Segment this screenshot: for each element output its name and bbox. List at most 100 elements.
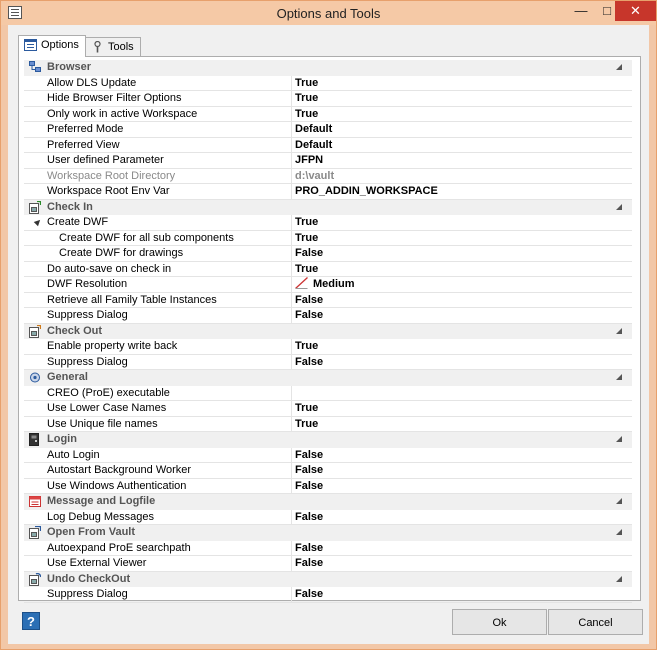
property-name: DWF Resolution [24, 277, 292, 293]
row-checkout-suppress-dialog[interactable]: Suppress Dialog False [24, 354, 632, 370]
row-auto-save-check-in[interactable]: Do auto-save on check in True [24, 261, 632, 277]
collapse-open-from-vault-icon[interactable] [616, 529, 622, 535]
row-create-dwf-sub-components[interactable]: Create DWF for all sub components True [24, 230, 632, 246]
property-value[interactable]: False [292, 293, 632, 308]
property-value[interactable]: False [292, 355, 632, 370]
property-value[interactable]: True [292, 107, 632, 122]
property-name: Workspace Root Env Var [24, 184, 292, 200]
property-value[interactable]: True [292, 91, 632, 107]
property-value[interactable]: JFPN [292, 153, 632, 169]
row-create-dwf-drawings[interactable]: Create DWF for drawings False [24, 246, 632, 262]
row-use-lower-case-names[interactable]: Use Lower Case Names True [24, 401, 632, 417]
login-icon [29, 433, 39, 446]
row-retrieve-family-table[interactable]: Retrieve all Family Table Instances False [24, 292, 632, 308]
category-check-in[interactable]: Check In [24, 199, 632, 215]
row-allow-dls-update[interactable]: Allow DLS Update True [24, 75, 632, 91]
category-browser[interactable]: Browser [24, 60, 632, 76]
category-general[interactable]: General [24, 370, 632, 386]
row-checkin-suppress-dialog[interactable]: Suppress Dialog False [24, 308, 632, 324]
ok-button[interactable]: Ok [452, 609, 547, 635]
property-value[interactable]: Default [292, 122, 632, 138]
expand-arrow-icon[interactable] [33, 217, 43, 227]
dwf-resolution-value: Medium [313, 278, 355, 290]
category-message-and-logfile[interactable]: Message and Logfile [24, 494, 632, 510]
tab-options[interactable]: Options [18, 35, 86, 57]
collapse-check-in-icon[interactable] [616, 203, 622, 210]
property-value[interactable] [292, 386, 632, 401]
property-name: Enable property write back [24, 339, 292, 355]
close-button[interactable]: ✕ [615, 1, 656, 21]
collapse-undo-checkout-icon[interactable] [616, 575, 622, 582]
row-creo-executable[interactable]: CREO (ProE) executable [24, 385, 632, 401]
property-value[interactable]: True [292, 401, 632, 417]
undo-checkout-icon [29, 572, 41, 586]
property-name: Suppress Dialog [24, 308, 292, 324]
minimize-button[interactable]: — [567, 1, 595, 21]
property-name: Use Lower Case Names [24, 401, 292, 417]
row-autostart-background-worker[interactable]: Autostart Background Worker False [24, 463, 632, 479]
property-value[interactable]: Default [292, 138, 632, 153]
row-preferred-view[interactable]: Preferred View Default [24, 137, 632, 153]
tab-tools[interactable]: Tools [85, 37, 141, 57]
row-auto-login[interactable]: Auto Login False [24, 447, 632, 463]
property-value[interactable]: True [292, 339, 632, 355]
property-name: Preferred Mode [24, 122, 292, 138]
options-and-tools-window: Options and Tools — □ ✕ Options Tools Br… [0, 0, 657, 650]
property-value[interactable]: False [292, 556, 632, 572]
property-value[interactable]: False [292, 479, 632, 494]
property-name: Use External Viewer [24, 556, 292, 572]
property-name: Create DWF for all sub components [24, 230, 292, 246]
wrench-icon [94, 41, 101, 53]
row-only-work-active-workspace[interactable]: Only work in active Workspace True [24, 106, 632, 122]
category-undo-checkout-label: Undo CheckOut [47, 572, 131, 585]
row-hide-browser-filter-options[interactable]: Hide Browser Filter Options True [24, 91, 632, 107]
row-workspace-root-env-var[interactable]: Workspace Root Env Var PRO_ADDIN_WORKSPAC… [24, 184, 632, 200]
property-name: Log Debug Messages [24, 509, 292, 525]
property-value[interactable]: True [292, 215, 632, 231]
collapse-browser-icon[interactable] [616, 64, 622, 70]
help-button[interactable]: ? [22, 612, 40, 630]
dialog-client-area: Options Tools Browser Allow DLS Update T… [8, 25, 649, 644]
row-undo-suppress-dialog[interactable]: Suppress Dialog False [24, 587, 632, 603]
property-value[interactable]: False [292, 541, 632, 556]
row-use-unique-file-names[interactable]: Use Unique file names True [24, 416, 632, 432]
row-preferred-mode[interactable]: Preferred Mode Default [24, 122, 632, 138]
property-value[interactable]: True [292, 262, 632, 277]
resolution-icon [295, 277, 308, 289]
tab-tools-label: Tools [108, 41, 134, 53]
property-value[interactable]: True [292, 231, 632, 246]
property-value[interactable]: False [292, 463, 632, 479]
property-name: Allow DLS Update [24, 75, 292, 91]
property-name: Autostart Background Worker [24, 463, 292, 479]
category-undo-checkout[interactable]: Undo CheckOut [24, 571, 632, 587]
property-value[interactable]: True [292, 417, 632, 432]
property-value[interactable]: False [292, 587, 632, 603]
category-message-label: Message and Logfile [47, 495, 156, 507]
title-bar[interactable]: Options and Tools — □ ✕ [1, 1, 656, 25]
property-name: Auto Login [24, 447, 292, 463]
property-value[interactable]: False [292, 246, 632, 262]
property-value[interactable]: True [292, 76, 632, 91]
row-autoexpand-proe-searchpath[interactable]: Autoexpand ProE searchpath False [24, 540, 632, 556]
category-open-from-vault[interactable]: Open From Vault [24, 525, 632, 541]
cancel-button[interactable]: Cancel [548, 609, 643, 635]
collapse-general-icon[interactable] [616, 374, 622, 380]
collapse-check-out-icon[interactable] [616, 327, 622, 334]
collapse-login-icon[interactable] [616, 436, 622, 442]
property-value[interactable]: PRO_ADDIN_WORKSPACE [292, 184, 632, 200]
row-log-debug-messages[interactable]: Log Debug Messages False [24, 509, 632, 525]
property-value[interactable]: Medium [292, 277, 632, 293]
category-login[interactable]: Login [24, 432, 632, 448]
collapse-message-icon[interactable] [616, 498, 622, 504]
row-use-external-viewer[interactable]: Use External Viewer False [24, 556, 632, 572]
row-dwf-resolution[interactable]: DWF Resolution Medium [24, 277, 632, 293]
row-user-defined-parameter[interactable]: User defined Parameter JFPN [24, 153, 632, 169]
row-enable-property-write-back[interactable]: Enable property write back True [24, 339, 632, 355]
property-value[interactable]: False [292, 308, 632, 324]
row-create-dwf[interactable]: Create DWF True [24, 215, 632, 231]
options-list-icon [24, 39, 37, 51]
property-value[interactable]: False [292, 448, 632, 463]
category-check-out[interactable]: Check Out [24, 323, 632, 339]
row-use-windows-authentication[interactable]: Use Windows Authentication False [24, 478, 632, 494]
property-value[interactable]: False [292, 510, 632, 525]
